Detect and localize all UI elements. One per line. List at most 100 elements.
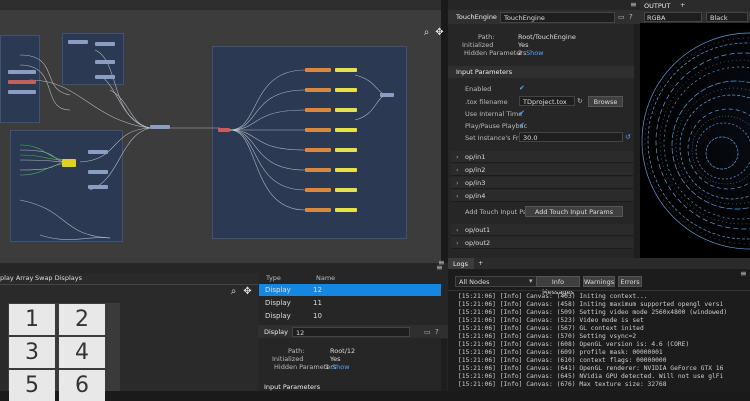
display-tile[interactable]: 1 [9,304,55,335]
log-line: [15:21:06] [Info] Canvas: (403) Initing … [458,293,648,300]
hidden-params-count: 2 [518,49,523,57]
initialized-value: Yes [330,355,341,363]
display-tile[interactable]: 5 [9,370,55,401]
display-tile[interactable]: 3 [9,337,55,368]
log-line: [15:21:06] [Info] Canvas: (641) OpenGL r… [458,365,724,372]
play-pause-checkbox[interactable]: ✔ [519,122,525,129]
hidden-params-show-link[interactable]: Show [526,49,544,57]
op-name-value: TouchEngine [504,14,545,22]
output-preview-image [640,29,750,253]
display-array-panel: play Array Swap Displays ⌕ ✥ 1 2 3 4 5 6 [0,263,258,401]
tox-filename-value: TDproject.tox [523,98,567,106]
logs-add-tab[interactable]: + [478,259,483,267]
output-add-tab[interactable]: + [680,1,685,9]
log-line: [15:21:06] [Info] Canvas: (645) NVidia G… [458,373,724,380]
logs-tab[interactable]: Logs [453,260,468,268]
log-line: [15:21:06] [Info] Canvas: (608) OpenGL v… [458,341,690,348]
column-type[interactable]: Type [266,274,281,282]
path-value: Root/12 [330,347,356,355]
scrollbar[interactable] [441,339,447,391]
enabled-checkbox[interactable]: ✔ [519,85,525,92]
path-label: Path: [478,33,495,41]
table-row[interactable]: Display 10 [259,310,441,322]
background-value: Black [710,14,728,22]
comment-icon[interactable]: ▭ [618,13,626,21]
help-icon[interactable]: ? [435,328,439,336]
row-type: Display [265,286,291,294]
output-panel: OUTPUT + RGBA Black [640,0,750,258]
tox-filename-label: .tox filename [465,98,508,106]
op-type: TouchEngine [456,13,497,21]
section-op-in3[interactable]: op/in3 [451,177,633,189]
section-op-in2[interactable]: op/in2 [451,164,633,176]
log-line: [15:21:06] [Info] Canvas: (570) Setting … [458,333,637,340]
help-icon[interactable]: ? [629,13,637,21]
zoom-icon[interactable]: ⌕ [228,286,239,297]
node-filter-dropdown[interactable]: All Nodes ▾ [455,276,538,287]
refresh-icon[interactable]: ↻ [577,97,585,105]
op-name-field[interactable]: TouchEngine [500,12,615,23]
format-dropdown[interactable]: RGBA [644,12,702,22]
op-name-value: 12 [296,329,305,337]
row-name: 11 [313,299,322,307]
path-value: Root/TouchEngine [518,33,576,41]
parameter-panel: TouchEngine TouchEngine ▭ ? ≡ Path: Root… [448,0,640,258]
table-row[interactable]: Display 12 [259,284,441,296]
log-line: [15:21:06] [Info] Canvas: (676) Max text… [458,381,667,388]
op-type: Display [264,328,288,336]
display-tile[interactable]: 6 [59,370,105,401]
hidden-params-count: 1 [325,363,330,371]
display-params: Display 12 ▭ ? Path: Root/12 Initialized… [258,325,448,391]
move-icon[interactable]: ✥ [242,286,253,297]
log-line: [15:21:06] [Info] Canvas: (609) profile … [458,349,663,356]
hidden-params-label: Hidden Parameters [464,49,527,57]
play-pause-label: Play/Pause Playbac [465,122,528,130]
log-line: [15:21:06] [Info] Canvas: (567) GL conte… [458,325,644,332]
tox-filename-field[interactable]: TDproject.tox [519,96,575,106]
zoom-icon[interactable]: ⌕ [421,27,432,38]
row-name: 10 [313,312,322,320]
tab-display-array[interactable]: play Array [0,274,33,282]
logs-tabbar [448,258,750,269]
add-input-label: Add Touch Input Par [465,208,530,216]
log-line: [15:21:06] [Info] Canvas: (523) Video mo… [458,317,644,324]
warnings-button[interactable]: Warnings [583,276,615,287]
node-filter-value: All Nodes [459,278,490,286]
path-label: Path: [288,347,305,355]
row-type: Display [265,312,291,320]
row-name: 12 [313,286,322,294]
comment-icon[interactable]: ▭ [424,328,431,336]
table-row[interactable]: Display 11 [259,297,441,309]
op-name-field[interactable]: 12 [292,327,410,337]
set-frame-field[interactable]: 30.0 [519,132,623,142]
display-tile[interactable]: 4 [59,337,105,368]
add-input-params-button[interactable]: Add Touch Input Params [525,206,623,217]
browse-button[interactable]: Browse [588,96,623,107]
section-op-in1[interactable]: op/in1 [451,151,633,163]
chevron-down-icon: ▾ [529,277,533,285]
display-tabs [0,263,258,273]
tab-swap-displays[interactable]: Swap Displays [35,274,82,282]
internal-time-label: Use Internal Time [465,110,523,118]
menu-icon[interactable]: ≡ [740,269,750,278]
errors-button[interactable]: Errors [618,276,642,287]
menu-icon[interactable]: ≡ [438,258,448,268]
reset-icon[interactable]: ↺ [625,133,633,141]
initialized-label: Initialized [272,355,304,363]
info-messages-button[interactable]: Info Messages [536,276,580,296]
background-dropdown[interactable]: Black [706,12,748,22]
hidden-params-show-link[interactable]: Show [332,363,350,371]
section-op-out1[interactable]: op/out1 [451,224,633,236]
section-op-in4[interactable]: op/in4 [451,190,633,202]
output-tab[interactable]: OUTPUT [644,2,671,10]
menu-icon[interactable]: ≡ [630,0,640,9]
display-tile[interactable]: 2 [59,304,105,335]
log-line: [15:21:06] [Info] Canvas: (458) Initing … [458,301,724,308]
set-frame-value: 30.0 [523,134,538,142]
node-graph[interactable]: ⌕ ✥ [0,0,444,263]
column-name[interactable]: Name [316,274,335,282]
row-type: Display [265,299,291,307]
internal-time-checkbox[interactable]: ✔ [519,110,525,117]
section-op-out2[interactable]: op/out2 [451,237,633,249]
move-icon[interactable]: ✥ [434,27,445,38]
